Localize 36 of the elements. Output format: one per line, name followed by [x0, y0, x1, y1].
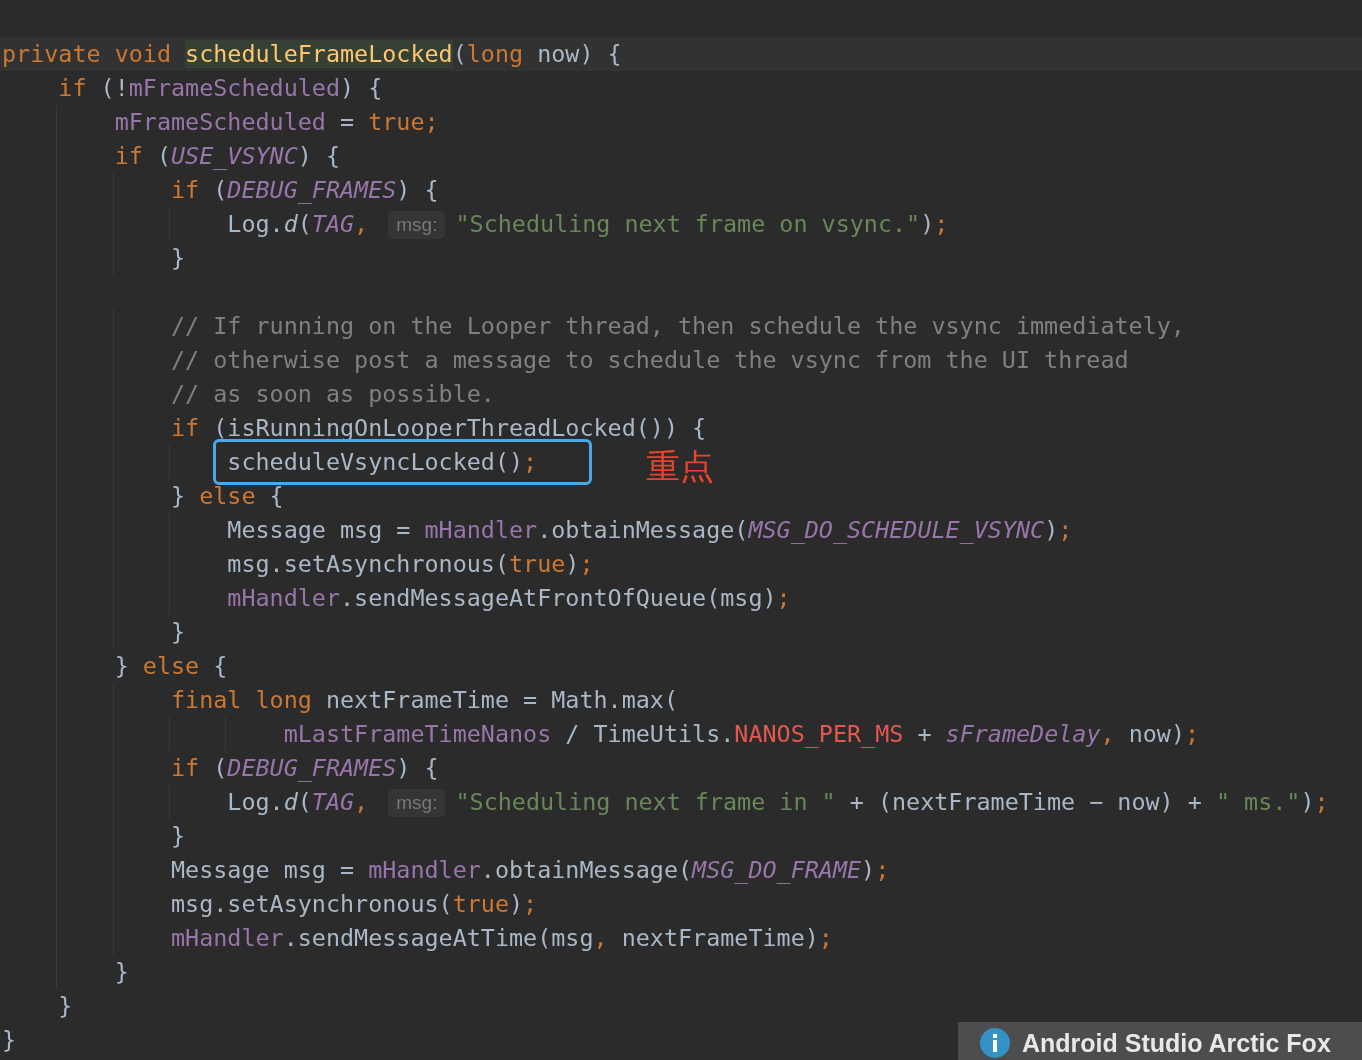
code-text: mLastFrameTimeNanos / TimeUtils.NANOS_PER_MS + sFrameDelay, now);	[283, 720, 1200, 748]
code-text: }	[2, 1026, 17, 1054]
code-text: Log.d(TAG,	[227, 788, 370, 816]
code-text: Message msg = mHandler.obtainMessage(MSG_DO_FRAME);	[171, 856, 890, 884]
code-text: }	[171, 244, 186, 272]
code-text: if (DEBUG_FRAMES) {	[171, 754, 439, 782]
code-text: mFrameScheduled = true;	[114, 108, 439, 136]
parameter-hint: msg:	[388, 789, 446, 817]
info-icon	[980, 1028, 1010, 1058]
code-text: Log.d(TAG,	[227, 210, 370, 238]
code-text: mHandler.sendMessageAtTime(msg, nextFrameTime);	[171, 924, 833, 952]
code-text: }	[171, 822, 186, 850]
code-text: private void scheduleFrameLocked(long now) {	[2, 40, 622, 68]
code-text: mHandler.sendMessageAtFrontOfQueue(msg);	[227, 584, 791, 612]
code-text: final long nextFrameTime = Math.max(	[171, 686, 678, 714]
code-text: }	[58, 992, 73, 1020]
code-text: Message msg = mHandler.obtainMessage(MSG_DO_SCHEDULE_VSYNC);	[227, 516, 1073, 544]
code-text: }	[171, 618, 186, 646]
notification-title: Android Studio Arctic Fox	[1022, 1028, 1331, 1058]
code-text: msg.setAsynchronous(true);	[227, 550, 594, 578]
code-text: if (isRunningOnLooperThreadLocked()) {	[171, 414, 707, 442]
code-text: } else {	[114, 652, 228, 680]
code-text: // If running on the Looper thread, then schedule the vsync immediately,	[171, 312, 1185, 340]
highlighted-code: scheduleVsyncLocked();	[213, 439, 593, 485]
annotation-label: 重点	[646, 449, 715, 483]
code-text: // as soon as possible.	[171, 380, 495, 408]
code-text: msg.setAsynchronous(true);	[171, 890, 538, 918]
code-text: } else {	[171, 482, 284, 510]
code-text: if (!mFrameScheduled) {	[58, 74, 383, 102]
parameter-hint: msg:	[388, 211, 446, 239]
code-text: // otherwise post a message to schedule the vsync from the UI thread	[171, 346, 1129, 374]
code-text: "Scheduling next frame in " + (nextFrameTime − now) + " ms.");	[455, 788, 1329, 816]
code-text: if (DEBUG_FRAMES) {	[171, 176, 439, 204]
code-text: if (USE_VSYNC) {	[114, 142, 340, 170]
code-text: "Scheduling next frame on vsync.");	[455, 210, 949, 238]
code-text: }	[114, 958, 129, 986]
